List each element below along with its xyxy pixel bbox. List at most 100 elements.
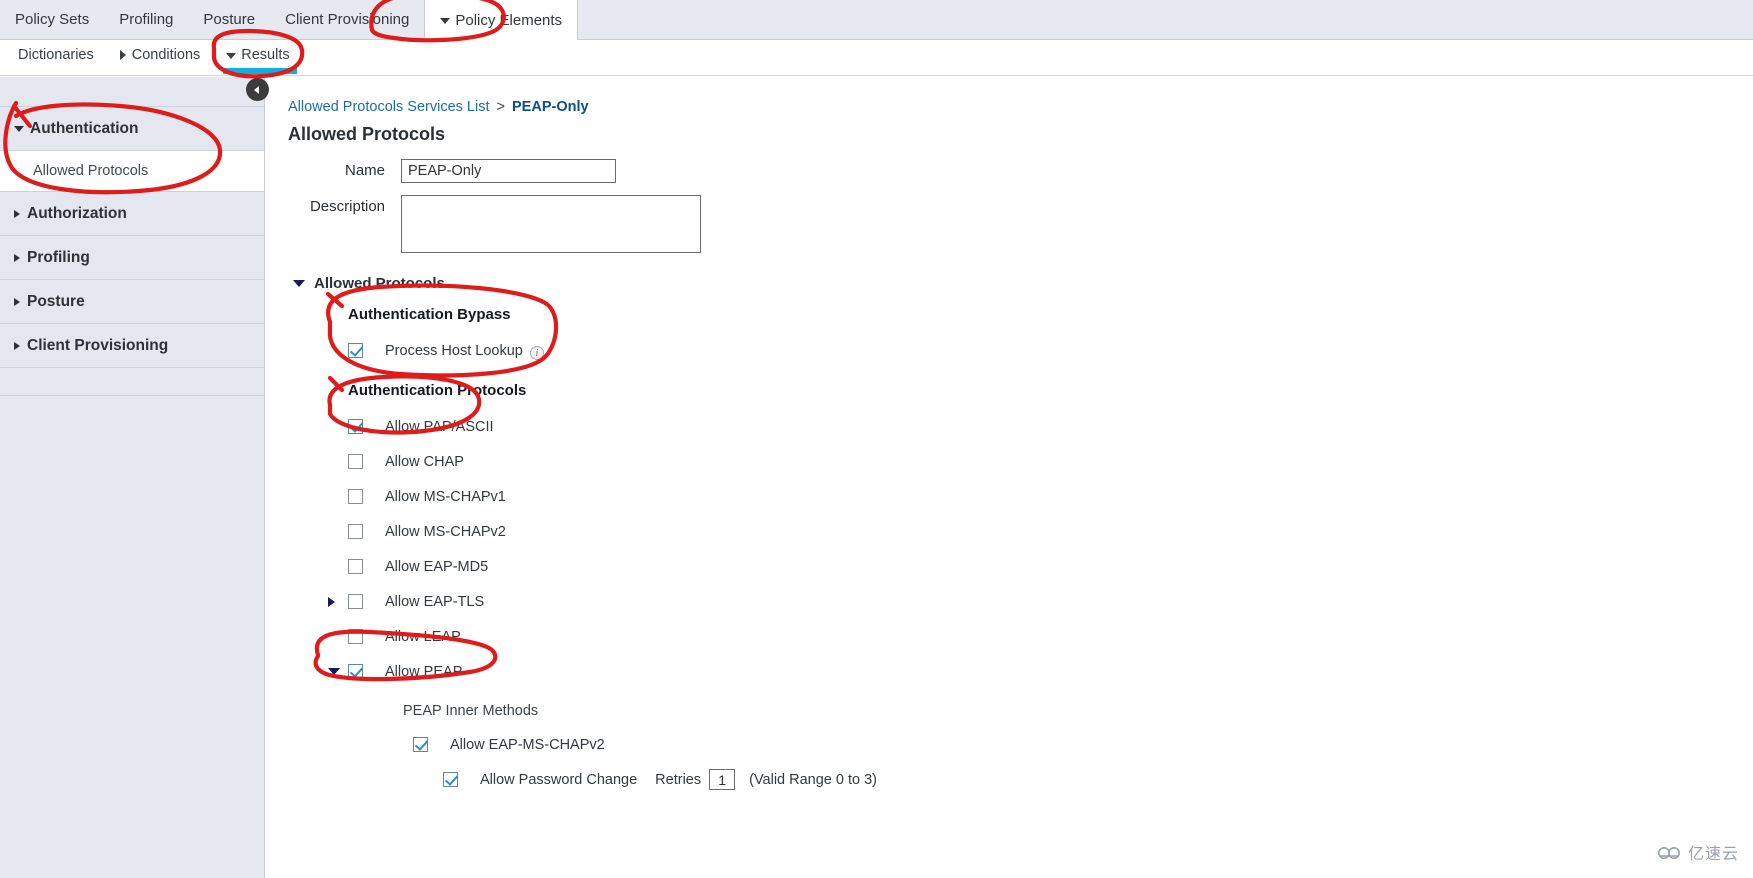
tab-label: Policy Elements xyxy=(455,11,563,29)
allow-password-change-checkbox[interactable] xyxy=(443,772,458,787)
sidebar-group-client-provisioning[interactable]: Client Provisioning xyxy=(0,324,264,368)
expander-slot[interactable] xyxy=(328,596,348,607)
allow-peap-checkbox[interactable] xyxy=(348,664,363,679)
sidebar-tail xyxy=(0,368,264,396)
authentication-bypass-title: Authentication Bypass xyxy=(348,306,511,323)
triangle-right-icon xyxy=(14,341,20,350)
subtab-dictionaries[interactable]: Dictionaries xyxy=(0,40,107,70)
sidebar-group-label: Authorization xyxy=(27,204,127,222)
tab-label: Client Provisioning xyxy=(285,11,410,28)
description-input[interactable] xyxy=(401,195,701,253)
sidebar-collapse-button[interactable] xyxy=(246,78,269,101)
triangle-right-icon xyxy=(14,253,20,262)
authentication-protocols-title: Authentication Protocols xyxy=(348,382,527,399)
allow-eap-md5-checkbox[interactable] xyxy=(348,559,363,574)
main-content: Allowed Protocols Services List > PEAP-O… xyxy=(266,77,1753,878)
allow-leap-label: Allow LEAP xyxy=(385,628,461,645)
chevron-right-icon xyxy=(119,50,126,60)
breadcrumb-parent-link[interactable]: Allowed Protocols Services List xyxy=(288,99,489,115)
tab-label: Posture xyxy=(203,11,256,28)
process-host-lookup-row: Process Host Lookup i xyxy=(348,333,1753,368)
triangle-right-icon xyxy=(328,596,335,607)
protocol-row-chap: Allow CHAP xyxy=(328,444,1753,479)
subtab-label: Conditions xyxy=(131,47,201,63)
allow-eap-tls-checkbox[interactable] xyxy=(348,594,363,609)
triangle-right-icon xyxy=(14,209,20,218)
description-field-row: Description xyxy=(288,195,1753,253)
allow-eap-tls-label: Allow EAP-TLS xyxy=(385,593,485,610)
sidebar-group-label: Profiling xyxy=(27,248,90,266)
allowed-protocols-section-header[interactable]: Allowed Protocols xyxy=(293,275,1753,292)
name-label: Name xyxy=(344,162,385,179)
cloud-icon xyxy=(1657,846,1680,859)
allow-chap-label: Allow CHAP xyxy=(385,453,464,470)
allow-pap-ascii-label: Allow PAP/ASCII xyxy=(385,418,494,435)
tab-policy-elements[interactable]: Policy Elements xyxy=(424,0,579,40)
allow-ms-chapv2-checkbox[interactable] xyxy=(348,524,363,539)
sidebar-group-label: Client Provisioning xyxy=(27,336,169,354)
allow-password-change-row: Allow Password Change Retries (Valid Ran… xyxy=(443,762,1753,797)
subtab-results[interactable]: Results xyxy=(213,40,302,74)
sidebar: Authentication Allowed Protocols Authori… xyxy=(0,77,265,878)
triangle-down-icon xyxy=(14,125,24,132)
page-title: Allowed Protocols xyxy=(288,124,446,144)
allow-ms-chapv1-label: Allow MS-CHAPv1 xyxy=(385,488,506,505)
process-host-lookup-label: Process Host Lookup xyxy=(385,342,523,359)
sidebar-group-profiling[interactable]: Profiling xyxy=(0,236,264,280)
sidebar-group-authorization[interactable]: Authorization xyxy=(0,192,264,236)
peap-inner-methods-title: PEAP Inner Methods xyxy=(403,703,539,719)
sidebar-group-label: Authentication xyxy=(30,119,139,137)
triangle-down-icon xyxy=(293,280,305,287)
chevron-down-icon xyxy=(440,18,451,24)
sidebar-item-label: Allowed Protocols xyxy=(33,163,149,179)
allow-ms-chapv2-label: Allow MS-CHAPv2 xyxy=(385,523,506,540)
breadcrumb-current: PEAP-Only xyxy=(512,99,589,115)
protocol-row-eap-tls: Allow EAP-TLS xyxy=(328,584,1753,619)
description-label: Description xyxy=(309,198,385,215)
allow-eap-md5-label: Allow EAP-MD5 xyxy=(385,558,489,575)
protocol-row-ms-chapv1: Allow MS-CHAPv1 xyxy=(328,479,1753,514)
tab-policy-sets[interactable]: Policy Sets xyxy=(0,0,104,39)
tab-label: Policy Sets xyxy=(15,11,90,28)
peap-inner-eap-ms-chapv2-row: Allow EAP-MS-CHAPv2 xyxy=(413,727,1753,762)
primary-tabbar: Policy Sets Profiling Posture Client Pro… xyxy=(0,0,1753,40)
section-header-label: Allowed Protocols xyxy=(314,275,445,292)
name-input[interactable] xyxy=(401,159,616,183)
chevron-down-icon xyxy=(226,53,237,59)
sidebar-top-spacer xyxy=(0,77,264,107)
allow-eap-ms-chapv2-checkbox[interactable] xyxy=(413,737,428,752)
allow-leap-checkbox[interactable] xyxy=(348,629,363,644)
tab-client-provisioning[interactable]: Client Provisioning xyxy=(270,0,424,39)
expander-slot[interactable] xyxy=(328,668,348,675)
sidebar-item-allowed-protocols[interactable]: Allowed Protocols xyxy=(0,151,264,192)
allow-chap-checkbox[interactable] xyxy=(348,454,363,469)
retries-input[interactable] xyxy=(709,769,736,790)
process-host-lookup-checkbox[interactable] xyxy=(348,343,363,358)
watermark-text: 亿速云 xyxy=(1687,846,1739,863)
sidebar-group-authentication[interactable]: Authentication xyxy=(0,107,264,151)
subtab-label: Dictionaries xyxy=(18,47,94,63)
tab-posture[interactable]: Posture xyxy=(188,0,270,39)
subtab-conditions[interactable]: Conditions xyxy=(107,40,214,70)
triangle-down-icon xyxy=(328,668,340,675)
tab-label: Profiling xyxy=(119,11,174,28)
protocol-row-pap-ascii: Allow PAP/ASCII xyxy=(328,409,1753,444)
sidebar-group-posture[interactable]: Posture xyxy=(0,280,264,324)
retries-label: Retries xyxy=(655,771,702,788)
allow-ms-chapv1-checkbox[interactable] xyxy=(348,489,363,504)
ise-admin-page: Policy Sets Profiling Posture Client Pro… xyxy=(0,0,1753,878)
protocol-row-peap: Allow PEAP xyxy=(328,654,1753,689)
info-icon[interactable]: i xyxy=(529,345,544,360)
breadcrumb-separator: > xyxy=(496,99,505,115)
protocol-row-leap: Allow LEAP xyxy=(328,619,1753,654)
watermark: 亿速云 xyxy=(1657,840,1739,864)
protocol-row-eap-md5: Allow EAP-MD5 xyxy=(328,549,1753,584)
secondary-tabbar: Dictionaries Conditions Results xyxy=(0,40,1753,76)
allow-peap-label: Allow PEAP xyxy=(385,663,463,680)
subtab-label: Results xyxy=(241,47,290,63)
triangle-right-icon xyxy=(14,297,20,306)
tab-profiling[interactable]: Profiling xyxy=(104,0,188,39)
allow-pap-ascii-checkbox[interactable] xyxy=(348,419,363,434)
valid-range-note: (Valid Range 0 to 3) xyxy=(749,771,877,788)
protocol-row-ms-chapv2: Allow MS-CHAPv2 xyxy=(328,514,1753,549)
